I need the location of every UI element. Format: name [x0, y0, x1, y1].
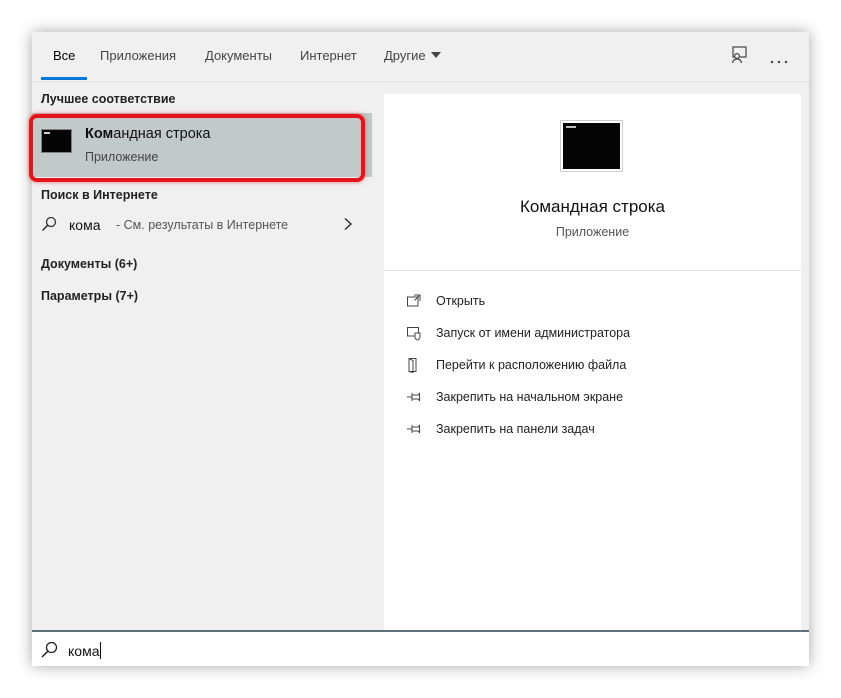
preview-app-type: Приложение [555, 225, 630, 239]
feedback-icon[interactable] [729, 45, 749, 70]
tab-all[interactable]: Все [53, 48, 75, 63]
tab-internet[interactable]: Интернет [300, 48, 357, 63]
search-input[interactable]: кома [68, 642, 102, 659]
action-run-as-admin[interactable]: Запуск от имени администратора [406, 323, 786, 345]
action-pin-taskbar[interactable]: Закрепить на панели задач [406, 419, 786, 441]
chevron-down-icon [430, 52, 441, 58]
action-file-location[interactable]: Перейти к расположению файла [406, 355, 786, 377]
text-cursor [100, 642, 102, 659]
open-icon [406, 293, 422, 314]
pin-icon [406, 389, 422, 410]
preview-app-name: Командная строка [519, 197, 666, 216]
chevron-right-icon[interactable] [343, 217, 353, 236]
action-run-as-admin-label: Запуск от имени администратора [436, 326, 631, 340]
search-box[interactable]: кома [32, 630, 809, 666]
best-match-heading: Лучшее соответствие [41, 92, 176, 106]
action-pin-start-label: Закрепить на начальном экране [436, 390, 624, 404]
web-search-query: кома [69, 217, 101, 233]
action-pin-taskbar-label: Закрепить на панели задач [436, 422, 595, 436]
tab-other[interactable]: Другие [384, 48, 441, 63]
search-input-value: кома [68, 643, 100, 659]
action-open[interactable]: Открыть [406, 291, 786, 313]
pin-icon [406, 421, 422, 442]
documents-group[interactable]: Документы (6+) [41, 257, 137, 271]
command-prompt-large-icon [560, 120, 623, 172]
preview-divider [384, 270, 801, 271]
active-tab-indicator [41, 77, 87, 80]
web-search-hint: - См. результаты в Интернете [116, 218, 289, 232]
web-search-item[interactable]: кома - См. результаты в Интернете [32, 209, 372, 239]
web-search-heading: Поиск в Интернете [41, 188, 158, 202]
settings-group[interactable]: Параметры (7+) [41, 289, 138, 303]
search-tabs: Все Приложения Документы Интернет Другие [32, 32, 809, 82]
tab-apps[interactable]: Приложения [100, 48, 176, 63]
preview-pane: Командная строка Приложение Открыть Запу… [384, 94, 801, 630]
start-search-window: Все Приложения Документы Интернет Другие… [29, 32, 809, 666]
command-prompt-screen [563, 123, 620, 169]
file-location-icon [406, 357, 422, 378]
action-file-location-label: Перейти к расположению файла [436, 358, 627, 372]
run-as-admin-icon [406, 325, 422, 346]
more-icon[interactable] [770, 52, 788, 70]
highlight-annotation [29, 114, 365, 182]
tab-other-label: Другие [384, 48, 426, 63]
action-open-label: Открыть [436, 294, 486, 308]
search-icon [41, 216, 57, 237]
search-icon [40, 641, 58, 664]
tab-documents[interactable]: Документы [205, 48, 272, 63]
action-pin-start[interactable]: Закрепить на начальном экране [406, 387, 786, 409]
